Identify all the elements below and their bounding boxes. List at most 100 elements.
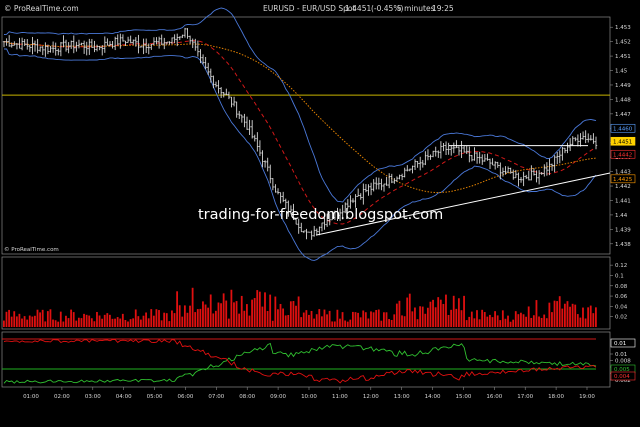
price-tick-label: 1.442 (615, 184, 631, 190)
price-bar (41, 46, 44, 56)
time-tick-label: 01:00 (23, 394, 39, 400)
volume-bar (248, 315, 251, 327)
price-bar (517, 172, 520, 187)
volume-bar (439, 299, 442, 327)
volume-bar (119, 318, 122, 327)
price-bar (439, 141, 443, 159)
volume-bar (62, 321, 65, 327)
price-bar (367, 184, 370, 196)
bollinger-upper (3, 7, 597, 203)
volume-bar (587, 307, 590, 327)
volume-bar (194, 312, 197, 327)
volume-bar (364, 312, 367, 327)
time-label: 19:25 (432, 4, 454, 13)
volume-bar (308, 314, 310, 327)
volume-bar (595, 307, 597, 327)
price-bar (488, 158, 492, 169)
volume-bar (300, 317, 303, 327)
price-bar (568, 138, 572, 152)
price-bar (553, 155, 556, 173)
volume-bar (507, 315, 509, 327)
price-bar (261, 150, 264, 168)
volume-bar (499, 320, 502, 327)
volume-bar (561, 308, 564, 327)
price-bar (581, 131, 585, 140)
price-bar (271, 178, 275, 191)
volume-bar (592, 313, 595, 327)
volume-bar (199, 308, 202, 327)
time-tick-label: 17:00 (517, 394, 533, 400)
price-bar (429, 154, 432, 160)
volume-bar (548, 302, 551, 327)
price-bar (362, 183, 365, 205)
svg-text:1.4451: 1.4451 (613, 139, 632, 145)
volume-bar (282, 308, 284, 327)
price-bar (186, 28, 189, 39)
volume-bar (279, 303, 282, 327)
brand-label: © ProRealTime.com (4, 4, 79, 13)
price-bar (310, 230, 313, 240)
volume-bar (8, 309, 10, 327)
price-bar (54, 42, 57, 56)
time-tick-label: 09:00 (270, 394, 286, 400)
price-bar (320, 222, 324, 232)
volume-bar (173, 313, 176, 327)
time-tick-label: 15:00 (456, 394, 472, 400)
volume-bar (351, 311, 354, 327)
volume-bar (142, 315, 145, 327)
price-bar (15, 43, 19, 50)
price-bar (163, 37, 166, 50)
price-marker: 1.4425 (610, 174, 636, 184)
volume-bar (132, 318, 135, 327)
price-bar (530, 165, 533, 181)
price-bar (468, 146, 471, 163)
time-tick-label: 10:00 (301, 394, 317, 400)
price-bar (548, 158, 551, 176)
price-tick-label: 1.452 (615, 40, 631, 46)
oscillator-line-red (3, 338, 597, 384)
time-tick-label: 19:00 (579, 394, 595, 400)
price-bar (219, 87, 223, 98)
volume-bar (545, 318, 548, 327)
price-bar (111, 40, 114, 49)
price-bar (36, 38, 39, 54)
volume-bar (295, 305, 297, 327)
price-bar (550, 163, 554, 171)
volume-bar (258, 291, 261, 327)
oscillator-tick-label: 0.01 (615, 352, 627, 358)
price-bar (566, 142, 569, 154)
volume-bar (501, 310, 504, 327)
volume-bar (551, 312, 553, 327)
time-tick-label: 03:00 (85, 394, 101, 400)
price-bar (129, 35, 132, 44)
volume-bar (426, 307, 429, 327)
volume-bar (21, 318, 23, 327)
volume-tick-label: 0.04 (615, 304, 628, 310)
volume-bar (18, 313, 21, 327)
volume-bar (540, 317, 543, 327)
volume-series (3, 287, 597, 327)
volume-bar (98, 315, 101, 327)
volume-bar (323, 309, 326, 327)
volume-bar (26, 319, 29, 327)
volume-bar (421, 306, 424, 327)
volume-bar (372, 312, 375, 327)
volume-bar (36, 309, 39, 327)
volume-bar (65, 315, 67, 327)
price-bar (450, 145, 453, 156)
volume-bar (525, 316, 528, 327)
price-bar (354, 194, 357, 208)
price-bar (470, 154, 474, 162)
price-bar (217, 80, 220, 94)
price-bar (359, 193, 362, 200)
price-bar (558, 150, 562, 164)
volume-bar (209, 294, 212, 327)
volume-bar (395, 303, 398, 327)
volume-bar (49, 309, 52, 327)
price-bar (49, 45, 52, 53)
volume-bar (473, 318, 476, 327)
volume-bar (452, 295, 455, 327)
price-bar (181, 34, 184, 39)
volume-bar (264, 292, 266, 327)
volume-bar (292, 301, 295, 327)
